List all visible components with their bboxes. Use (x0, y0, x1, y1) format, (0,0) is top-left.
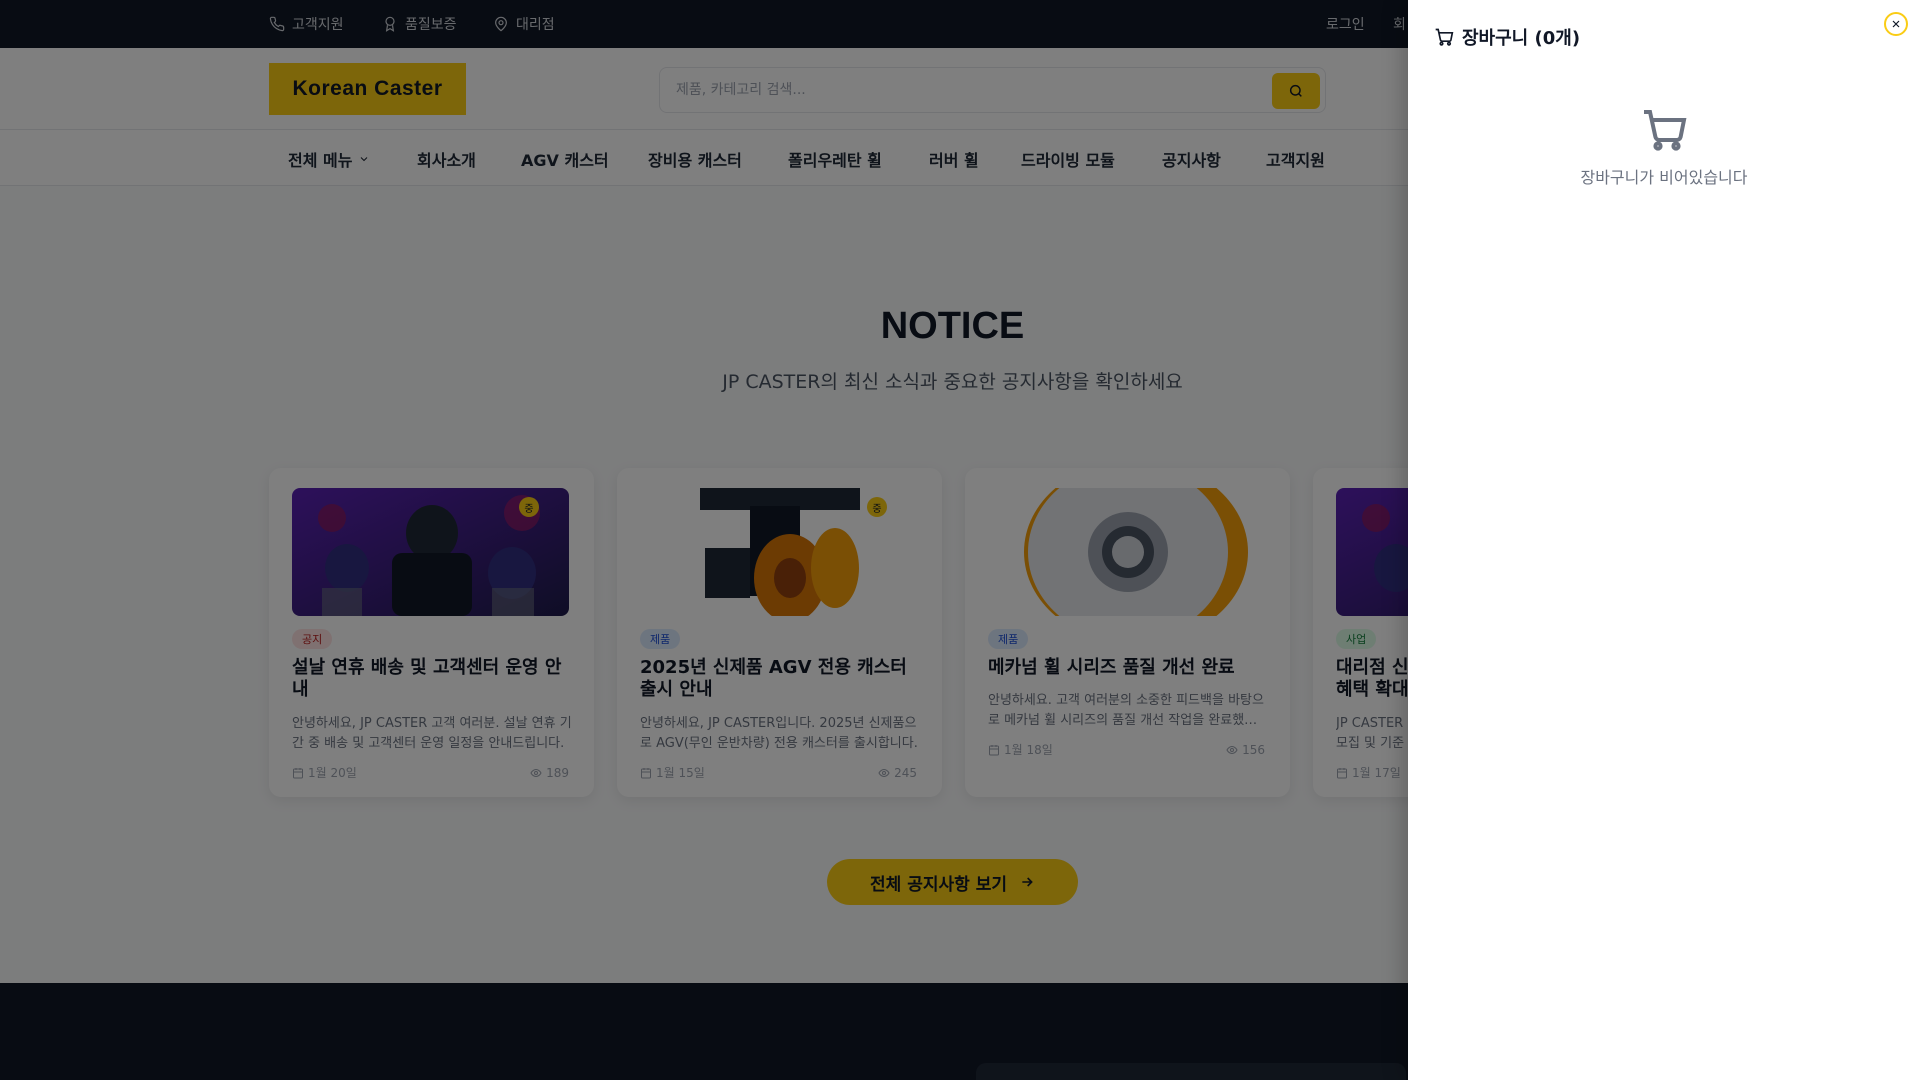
close-icon (1892, 20, 1900, 28)
empty-cart-text: 장바구니가 비어있습니다 (1580, 168, 1748, 187)
cart-icon (1435, 28, 1454, 46)
cart-header: 장바구니 (0개) (1434, 24, 1580, 50)
cart-drawer: 장바구니 (0개) 장바구니가 비어있습니다 (1408, 0, 1920, 1080)
cart-title: 장바구니 (0개) (1462, 28, 1581, 49)
empty-cart-icon (1640, 106, 1688, 154)
close-button[interactable] (1884, 12, 1908, 36)
